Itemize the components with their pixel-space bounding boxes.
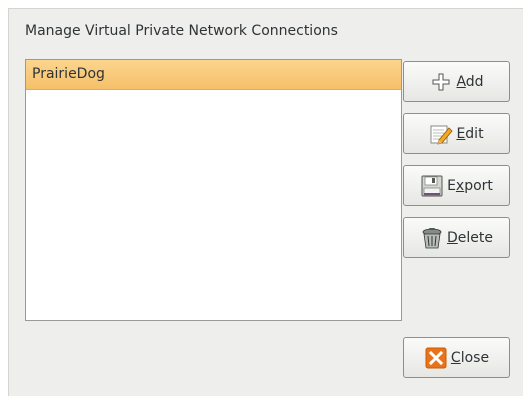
connection-name: PrairieDog [32,66,105,82]
export-button[interactable]: Export [403,165,510,206]
list-item[interactable]: PrairieDog [26,60,401,90]
vpn-manager-dialog: Manage Virtual Private Network Connectio… [8,8,523,396]
export-icon [420,174,444,198]
connection-list[interactable]: PrairieDog [25,59,402,321]
edit-label: Edit [456,125,484,142]
export-label: Export [447,177,493,194]
add-icon [429,70,453,94]
close-label: Close [450,349,490,366]
add-button[interactable]: Add [403,61,510,102]
trash-icon [420,226,444,250]
delete-label: Delete [447,229,493,246]
dialog-heading: Manage Virtual Private Network Connectio… [25,23,338,39]
close-icon [424,346,448,370]
add-label: Add [456,73,484,90]
edit-icon [429,122,453,146]
edit-button[interactable]: Edit [403,113,510,154]
close-button[interactable]: Close [403,337,510,378]
delete-button[interactable]: Delete [403,217,510,258]
